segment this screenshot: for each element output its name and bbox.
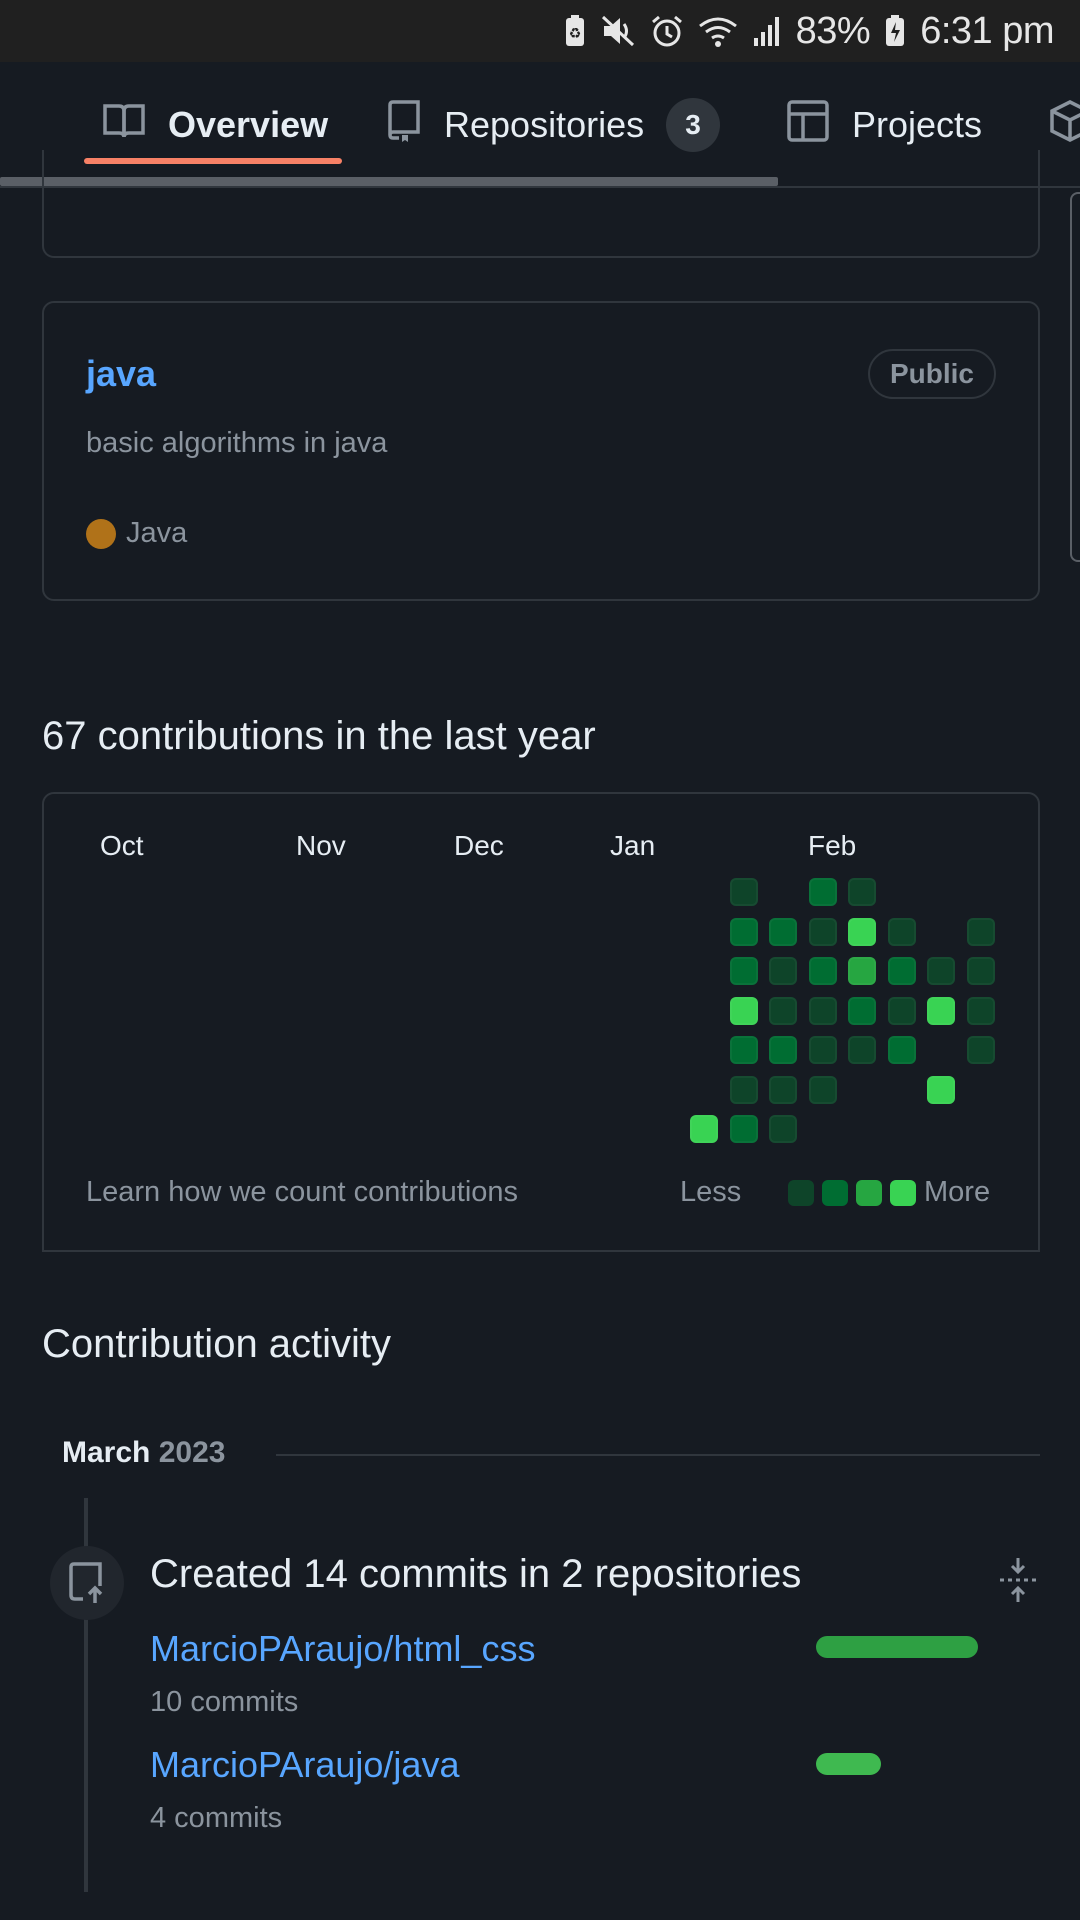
legend-more-label: More bbox=[924, 1176, 991, 1208]
month-label: Dec bbox=[454, 830, 504, 861]
repositories-count-badge: 3 bbox=[666, 98, 721, 152]
commit-count: 4 commits bbox=[150, 1802, 283, 1834]
contribution-cell[interactable] bbox=[808, 996, 837, 1025]
battery-charging-icon bbox=[884, 13, 906, 49]
contribution-cell[interactable] bbox=[769, 1115, 797, 1143]
commit-share-fill bbox=[816, 1753, 881, 1775]
tab-projects-label: Projects bbox=[852, 104, 983, 145]
contribution-cell[interactable] bbox=[729, 1075, 758, 1104]
contribution-cell[interactable] bbox=[848, 878, 876, 906]
repo-icon bbox=[386, 99, 422, 152]
contribution-cell[interactable] bbox=[927, 957, 955, 985]
month-label: Oct bbox=[100, 830, 144, 861]
mute-icon bbox=[600, 13, 636, 49]
contribution-cell[interactable] bbox=[887, 917, 916, 946]
package-icon bbox=[1048, 99, 1080, 152]
contribution-cell[interactable] bbox=[848, 1036, 876, 1064]
tab-overview-label: Overview bbox=[168, 104, 329, 145]
clock: 6:31 pm bbox=[920, 9, 1054, 52]
learn-contributions-link[interactable]: Learn how we count contributions bbox=[86, 1176, 518, 1209]
legend-level-4 bbox=[890, 1180, 916, 1206]
contribution-cell[interactable] bbox=[729, 878, 758, 906]
contribution-cell[interactable] bbox=[729, 957, 758, 985]
contribution-cell[interactable] bbox=[887, 1036, 916, 1064]
commit-share-fill bbox=[816, 1636, 978, 1658]
month-label: Jan bbox=[610, 830, 656, 861]
activity-year: 2023 bbox=[158, 1436, 226, 1469]
contribution-cell[interactable] bbox=[887, 996, 916, 1025]
status-bar: ♻ 83% 6:31 pm bbox=[0, 0, 1080, 62]
commit-repo-link[interactable]: MarcioPAraujo/java bbox=[150, 1744, 459, 1786]
legend-level-2 bbox=[822, 1180, 848, 1206]
commit-repo-link[interactable]: MarcioPAraujo/html_css bbox=[150, 1628, 535, 1670]
contribution-cell[interactable] bbox=[966, 996, 995, 1025]
page-scrollbar[interactable] bbox=[1070, 192, 1080, 562]
pinned-repo-card[interactable]: java Public basic algorithms in java Jav… bbox=[42, 301, 1040, 601]
repo-push-icon bbox=[50, 1546, 124, 1620]
contribution-cell[interactable] bbox=[887, 957, 916, 985]
contribution-cell[interactable] bbox=[966, 917, 995, 946]
contribution-cell[interactable] bbox=[729, 1036, 758, 1064]
previous-repo-card[interactable] bbox=[42, 150, 1040, 258]
month-label: Nov bbox=[296, 830, 346, 861]
repo-name-link[interactable]: java bbox=[86, 353, 156, 395]
battery-saver-icon: ♻ bbox=[564, 13, 586, 49]
table-icon bbox=[786, 99, 830, 152]
tab-repositories-label: Repositories bbox=[444, 104, 645, 145]
language-label: Java bbox=[126, 517, 188, 549]
tab-packages[interactable] bbox=[1048, 62, 1080, 186]
contribution-cell[interactable] bbox=[808, 878, 837, 906]
commit-share-bar bbox=[816, 1636, 978, 1658]
language-color-dot bbox=[86, 518, 116, 549]
visibility-badge: Public bbox=[867, 349, 996, 399]
legend-level-1 bbox=[788, 1180, 814, 1206]
contribution-cell[interactable] bbox=[966, 957, 995, 985]
contribution-cell[interactable] bbox=[690, 1115, 718, 1143]
month-label: Feb bbox=[808, 830, 857, 861]
contribution-cell[interactable] bbox=[769, 917, 797, 946]
repo-language: Java bbox=[86, 517, 187, 550]
collapse-icon[interactable] bbox=[996, 1556, 1040, 1604]
contribution-cell[interactable] bbox=[808, 917, 837, 946]
contribution-cell[interactable] bbox=[769, 957, 797, 985]
commit-count: 10 commits bbox=[150, 1686, 299, 1718]
contribution-cell[interactable] bbox=[927, 996, 955, 1025]
contribution-cell[interactable] bbox=[769, 996, 797, 1025]
contribution-cell[interactable] bbox=[848, 917, 876, 946]
signal-icon bbox=[752, 13, 782, 49]
contribution-graph: Oct Nov Dec Jan Feb Learn how we count c… bbox=[42, 792, 1040, 1252]
legend-level-3 bbox=[856, 1180, 882, 1206]
activity-heading: Contribution activity bbox=[42, 1322, 392, 1366]
commits-summary: Created 14 commits in 2 repositories bbox=[150, 1552, 802, 1596]
month-divider bbox=[276, 1454, 1040, 1456]
contributions-heading: 67 contributions in the last year bbox=[42, 714, 596, 758]
wifi-icon bbox=[698, 13, 738, 49]
contribution-cell[interactable] bbox=[966, 1036, 995, 1064]
activity-month: March bbox=[62, 1436, 151, 1469]
contribution-cell[interactable] bbox=[729, 917, 758, 946]
contribution-cell[interactable] bbox=[729, 996, 758, 1025]
commit-share-bar bbox=[816, 1753, 978, 1775]
contribution-cell[interactable] bbox=[927, 1075, 955, 1104]
contribution-cell[interactable] bbox=[808, 1036, 837, 1064]
alarm-icon bbox=[650, 13, 684, 49]
battery-percent: 83% bbox=[795, 9, 871, 52]
contribution-cell[interactable] bbox=[808, 957, 837, 985]
book-icon bbox=[102, 101, 146, 150]
contribution-cell[interactable] bbox=[848, 957, 876, 985]
activity-month-label: March 2023 bbox=[62, 1436, 225, 1470]
contribution-cell[interactable] bbox=[769, 1075, 797, 1104]
contribution-cell[interactable] bbox=[848, 996, 876, 1025]
contribution-cell[interactable] bbox=[729, 1115, 758, 1143]
svg-text:♻: ♻ bbox=[568, 26, 581, 42]
legend-less-label: Less bbox=[680, 1176, 742, 1208]
contribution-cell[interactable] bbox=[769, 1036, 797, 1064]
repo-description: basic algorithms in java bbox=[86, 427, 388, 459]
contribution-cell[interactable] bbox=[808, 1075, 837, 1104]
